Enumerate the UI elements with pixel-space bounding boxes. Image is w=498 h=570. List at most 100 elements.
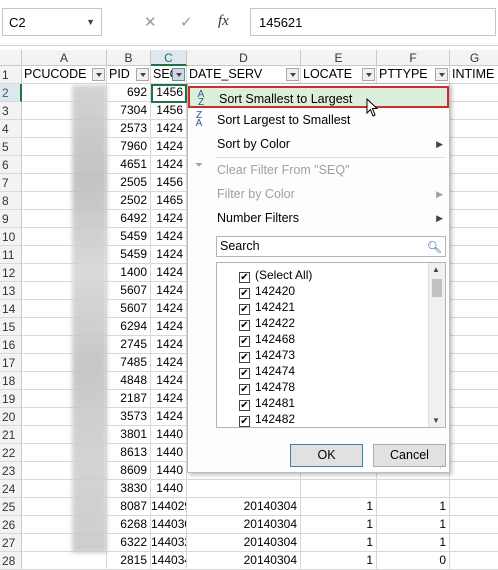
filter-dropdown-button[interactable] bbox=[92, 68, 105, 81]
checkbox-checked-icon[interactable]: ✔ bbox=[239, 272, 250, 283]
table-cell[interactable]: 3573 bbox=[107, 408, 151, 426]
table-cell[interactable] bbox=[450, 120, 498, 138]
row-header[interactable]: 10 bbox=[0, 228, 22, 246]
filter-list-item[interactable]: ✔ 142420 bbox=[239, 283, 295, 299]
table-cell[interactable] bbox=[450, 282, 498, 300]
table-cell[interactable]: 2573 bbox=[107, 120, 151, 138]
table-cell[interactable]: 1440 bbox=[151, 426, 187, 444]
filter-value-list[interactable]: ▲ ▼ ✔ (Select All) ✔ 142420 ✔ 142421 ✔ 142422 ✔ 1… bbox=[216, 262, 446, 428]
row-header[interactable]: 19 bbox=[0, 390, 22, 408]
filter-dropdown-button[interactable] bbox=[362, 68, 375, 81]
table-cell[interactable] bbox=[450, 372, 498, 390]
table-cell[interactable] bbox=[450, 318, 498, 336]
checkbox-checked-icon[interactable]: ✔ bbox=[239, 384, 250, 395]
resize-grip-icon[interactable]: ⋰ bbox=[439, 461, 447, 470]
table-cell[interactable]: 1 bbox=[301, 534, 377, 552]
filter-list-item[interactable]: ✔ 142482 bbox=[239, 411, 295, 427]
table-cell[interactable]: 2815 bbox=[107, 552, 151, 570]
filter-list-item[interactable]: ✔ 142474 bbox=[239, 363, 295, 379]
table-cell[interactable]: 1424 bbox=[151, 390, 187, 408]
table-cell[interactable] bbox=[450, 390, 498, 408]
table-cell[interactable]: 1 bbox=[301, 498, 377, 516]
row-header[interactable]: 13 bbox=[0, 282, 22, 300]
table-cell[interactable]: 2745 bbox=[107, 336, 151, 354]
table-cell[interactable] bbox=[450, 444, 498, 462]
column-header-d[interactable]: D bbox=[187, 50, 301, 66]
table-cell[interactable]: 1424 bbox=[151, 120, 187, 138]
table-cell[interactable]: 5459 bbox=[107, 228, 151, 246]
table-cell[interactable]: 1 bbox=[377, 498, 450, 516]
table-cell[interactable]: 1424 bbox=[151, 300, 187, 318]
table-cell[interactable] bbox=[450, 264, 498, 282]
filter-list-item[interactable]: ✔ 142481 bbox=[239, 395, 295, 411]
function-icon[interactable]: fx bbox=[218, 13, 229, 30]
table-cell[interactable]: 6294 bbox=[107, 318, 151, 336]
checkbox-checked-icon[interactable]: ✔ bbox=[239, 400, 250, 411]
checkbox-checked-icon[interactable]: ✔ bbox=[239, 304, 250, 315]
column-header-e[interactable]: E bbox=[301, 50, 377, 66]
row-header[interactable]: 28 bbox=[0, 552, 22, 570]
row-header[interactable]: 7 bbox=[0, 174, 22, 192]
row-header[interactable]: 12 bbox=[0, 264, 22, 282]
table-cell[interactable]: 144029 bbox=[151, 498, 187, 516]
row-header[interactable]: 2 bbox=[0, 84, 22, 102]
table-cell[interactable]: 1424 bbox=[151, 210, 187, 228]
header-cell-a[interactable]: PCUCODE bbox=[22, 66, 107, 84]
menu-sort-by-color[interactable]: Sort by Color ▶ bbox=[188, 133, 449, 155]
column-header-a[interactable]: A bbox=[22, 50, 107, 66]
table-cell[interactable]: 1424 bbox=[151, 138, 187, 156]
cancel-icon[interactable]: ✕ bbox=[144, 13, 157, 31]
table-cell[interactable]: 144030 bbox=[151, 516, 187, 534]
table-cell[interactable] bbox=[450, 174, 498, 192]
row-header[interactable]: 9 bbox=[0, 210, 22, 228]
menu-filter-by-color[interactable]: Filter by Color ▶ bbox=[188, 183, 449, 205]
table-cell[interactable]: 0 bbox=[377, 552, 450, 570]
table-cell[interactable]: 5607 bbox=[107, 300, 151, 318]
table-cell[interactable] bbox=[450, 336, 498, 354]
formula-input[interactable]: 145621 bbox=[250, 8, 496, 36]
table-cell[interactable]: 20140304 bbox=[187, 552, 301, 570]
table-cell[interactable]: 1 bbox=[301, 552, 377, 570]
table-cell[interactable] bbox=[450, 552, 498, 570]
table-cell[interactable] bbox=[450, 516, 498, 534]
table-cell[interactable]: 4651 bbox=[107, 156, 151, 174]
cancel-button[interactable]: Cancel bbox=[373, 444, 446, 467]
row-header[interactable]: 11 bbox=[0, 246, 22, 264]
row-header[interactable]: 6 bbox=[0, 156, 22, 174]
table-cell[interactable]: 1424 bbox=[151, 354, 187, 372]
table-cell[interactable]: 7304 bbox=[107, 102, 151, 120]
table-cell[interactable]: 1424 bbox=[151, 408, 187, 426]
list-scrollbar[interactable]: ▲ ▼ bbox=[428, 263, 445, 427]
filter-list-item[interactable]: ✔ (Select All) bbox=[239, 267, 312, 283]
menu-sort-descending[interactable]: ZA Sort Largest to Smallest bbox=[188, 109, 449, 131]
table-cell[interactable]: 20140304 bbox=[187, 498, 301, 516]
table-cell[interactable]: 692 bbox=[107, 84, 151, 102]
table-cell[interactable] bbox=[450, 246, 498, 264]
select-all-corner[interactable] bbox=[0, 50, 22, 66]
table-cell[interactable]: 2187 bbox=[107, 390, 151, 408]
table-cell[interactable]: 8613 bbox=[107, 444, 151, 462]
checkbox-checked-icon[interactable]: ✔ bbox=[239, 416, 250, 427]
row-header[interactable]: 23 bbox=[0, 462, 22, 480]
table-cell[interactable] bbox=[450, 480, 498, 498]
table-cell[interactable]: 1424 bbox=[151, 246, 187, 264]
checkbox-checked-icon[interactable]: ✔ bbox=[239, 352, 250, 363]
table-cell[interactable] bbox=[450, 534, 498, 552]
table-cell[interactable]: 1456 bbox=[151, 174, 187, 192]
table-cell[interactable]: 8087 bbox=[107, 498, 151, 516]
row-header[interactable]: 26 bbox=[0, 516, 22, 534]
scroll-up-icon[interactable]: ▲ bbox=[432, 265, 440, 274]
table-cell[interactable]: 144034 bbox=[151, 552, 187, 570]
table-cell[interactable] bbox=[450, 138, 498, 156]
header-cell-e[interactable]: LOCATE bbox=[301, 66, 377, 84]
table-cell[interactable] bbox=[450, 192, 498, 210]
row-header[interactable]: 25 bbox=[0, 498, 22, 516]
table-cell[interactable]: 7960 bbox=[107, 138, 151, 156]
table-cell[interactable]: 8609 bbox=[107, 462, 151, 480]
row-header[interactable]: 4 bbox=[0, 120, 22, 138]
menu-clear-filter[interactable]: ⏷ Clear Filter From "SEQ" bbox=[188, 159, 449, 181]
table-cell[interactable]: 1424 bbox=[151, 282, 187, 300]
table-cell[interactable]: 5459 bbox=[107, 246, 151, 264]
enter-icon[interactable]: ✓ bbox=[180, 13, 193, 31]
row-header[interactable]: 24 bbox=[0, 480, 22, 498]
